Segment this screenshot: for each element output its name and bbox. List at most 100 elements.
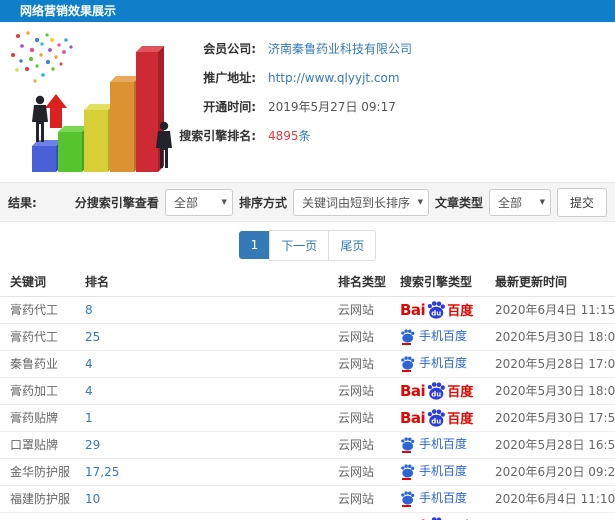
engine-cell: 手机百度 bbox=[390, 323, 485, 351]
table-row: 膏药贴牌 1 云网站 Bai du 百度 2020年5月30日 17:58 bbox=[0, 404, 615, 432]
article-type-value: 全部 bbox=[497, 195, 522, 210]
engine-rank-label: 搜索引擎排名: bbox=[179, 129, 256, 143]
engine-cell: 手机百度 bbox=[390, 350, 485, 378]
header-keyword: 关键词 bbox=[0, 268, 75, 297]
rank-cell[interactable]: 25 bbox=[75, 323, 328, 351]
sort-select[interactable]: 关键词由短到长排序 bbox=[292, 188, 429, 216]
rank-type-cell: 云网站 bbox=[328, 404, 390, 432]
engine-cell: 手机百度 bbox=[390, 458, 485, 486]
company-field: 会员公司: 济南秦鲁药业科技有限公司 bbox=[176, 40, 615, 57]
next-page-button[interactable]: 下一页 bbox=[269, 229, 330, 261]
svg-text:du: du bbox=[431, 390, 441, 398]
rank-type-cell: 云网站 bbox=[328, 323, 390, 351]
rank-cell[interactable]: 8 bbox=[75, 296, 328, 324]
pagination: 1 下一页 尾页 bbox=[0, 222, 615, 268]
sort-value: 关键词由短到长排序 bbox=[301, 195, 410, 210]
engine-cell: Bai du 百度 bbox=[390, 404, 485, 432]
open-time-field: 开通时间: 2019年5月27日 09:17 bbox=[176, 98, 615, 115]
time-cell: 2020年6月4日 11:10 bbox=[485, 485, 615, 513]
last-page-button[interactable]: 尾页 bbox=[328, 229, 377, 261]
page: 网络营销效果展示 会员公司: 济南秦鲁药业科技有限公司 推广地址: http:/… bbox=[0, 0, 615, 520]
confetti-dots bbox=[11, 31, 73, 83]
promotion-url-link[interactable]: http://www.qlyyjt.com bbox=[268, 71, 400, 85]
info-section: 会员公司: 济南秦鲁药业科技有限公司 推广地址: http://www.qlyy… bbox=[0, 22, 615, 182]
time-cell bbox=[485, 512, 615, 520]
article-type-label: 文章类型 bbox=[434, 195, 483, 210]
engine-cell: Bai du 百度 bbox=[390, 296, 485, 324]
rank-cell[interactable]: 4 bbox=[75, 377, 328, 405]
open-time-label: 开通时间: bbox=[203, 100, 256, 114]
rank-type-cell: 云网站 bbox=[328, 377, 390, 405]
keyword-cell: 膏药代工 bbox=[0, 296, 75, 324]
rank-cell[interactable]: 17,25 bbox=[75, 458, 328, 486]
page-title: 网络营销效果展示 bbox=[0, 0, 615, 22]
time-cell: 2020年6月4日 11:15 bbox=[485, 296, 615, 324]
baidu-paw-icon bbox=[400, 329, 415, 345]
baidu-paw-icon: du bbox=[426, 409, 446, 427]
baidu-pc-logo: Bai du 百度 bbox=[400, 409, 474, 427]
engine-cell: Bai du 百度 bbox=[390, 512, 485, 520]
keyword-cell bbox=[0, 512, 75, 520]
engine-filter-label: 分搜索引擎查看 bbox=[74, 195, 159, 210]
rank-cell[interactable]: 1 bbox=[75, 404, 328, 432]
svg-text:du: du bbox=[431, 309, 441, 317]
time-cell: 2020年6月20日 09:25 bbox=[485, 458, 615, 486]
engine-cell: Bai du 百度 bbox=[390, 377, 485, 405]
rank-type-cell: 云网站 bbox=[328, 296, 390, 324]
submit-button[interactable]: 提交 bbox=[556, 187, 607, 217]
header-rank: 排名 bbox=[75, 268, 328, 297]
table-row: 福建防护服 10 云网站 手机百度 2020年6月4日 11:10 bbox=[0, 485, 615, 513]
rank-cell[interactable]: 29 bbox=[75, 431, 328, 459]
page-1-button[interactable]: 1 bbox=[238, 231, 271, 259]
baidu-mobile-logo: 手机百度 bbox=[400, 354, 467, 372]
time-cell: 2020年5月30日 18:06 bbox=[485, 323, 615, 351]
rank-cell[interactable]: 4 bbox=[75, 350, 328, 378]
table-row-partial: Bai du 百度 bbox=[0, 512, 615, 520]
table-row: 金华防护服 17,25 云网站 手机百度 2020年6月20日 09:25 bbox=[0, 458, 615, 486]
time-cell: 2020年5月30日 18:03 bbox=[485, 377, 615, 405]
baidu-mobile-logo: 手机百度 bbox=[400, 462, 467, 480]
results-table: 关键词 排名 排名类型 搜索引擎类型 最新更新时间 膏药代工 8 云网站 Bai… bbox=[0, 268, 615, 520]
engine-cell: 手机百度 bbox=[390, 431, 485, 459]
open-time-value: 2019年5月27日 09:17 bbox=[268, 100, 396, 114]
baidu-mobile-logo: 手机百度 bbox=[400, 489, 467, 507]
url-label: 推广地址: bbox=[203, 71, 256, 85]
engine-filter-select[interactable]: 全部 bbox=[164, 188, 233, 216]
businessman-left bbox=[32, 95, 48, 142]
url-field: 推广地址: http://www.qlyyjt.com bbox=[176, 69, 615, 86]
baidu-paw-icon: du bbox=[426, 301, 446, 319]
engine-cell: 手机百度 bbox=[390, 485, 485, 513]
rank-cell bbox=[75, 512, 328, 520]
baidu-pc-logo: Bai du 百度 bbox=[400, 301, 474, 319]
baidu-mobile-logo: 手机百度 bbox=[400, 327, 467, 345]
rank-count: 4895 bbox=[268, 129, 299, 143]
engine-rank-field: 搜索引擎排名: 4895条 bbox=[176, 127, 615, 144]
table-header-row: 关键词 排名 排名类型 搜索引擎类型 最新更新时间 bbox=[0, 268, 615, 297]
svg-text:du: du bbox=[431, 417, 441, 425]
table-row: 膏药代工 8 云网站 Bai du 百度 2020年6月4日 11:15 bbox=[0, 296, 615, 324]
time-cell: 2020年5月30日 17:58 bbox=[485, 404, 615, 432]
table-row: 秦鲁药业 4 云网站 手机百度 2020年5月28日 17:02 bbox=[0, 350, 615, 378]
article-type-select[interactable]: 全部 bbox=[488, 188, 551, 216]
rank-cell[interactable]: 10 bbox=[75, 485, 328, 513]
keyword-cell: 秦鲁药业 bbox=[0, 350, 75, 378]
baidu-pc-logo: Bai du 百度 bbox=[400, 382, 474, 400]
baidu-paw-icon bbox=[400, 437, 415, 453]
keyword-cell: 金华防护服 bbox=[0, 458, 75, 486]
keyword-cell: 膏药加工 bbox=[0, 377, 75, 405]
result-label: 结果: bbox=[8, 195, 37, 210]
company-label: 会员公司: bbox=[203, 42, 256, 56]
company-info: 会员公司: 济南秦鲁药业科技有限公司 推广地址: http://www.qlyy… bbox=[176, 28, 615, 182]
rank-type-cell bbox=[328, 512, 390, 520]
filter-bar: 结果: 分搜索引擎查看 全部 排序方式 关键词由短到长排序 文章类型 全部 提交 bbox=[0, 182, 615, 222]
rank-type-cell: 云网站 bbox=[328, 458, 390, 486]
keyword-cell: 口罩贴牌 bbox=[0, 431, 75, 459]
time-cell: 2020年5月28日 17:02 bbox=[485, 350, 615, 378]
baidu-paw-icon bbox=[400, 356, 415, 372]
keyword-cell: 膏药贴牌 bbox=[0, 404, 75, 432]
filter-controls: 分搜索引擎查看 全部 排序方式 关键词由短到长排序 文章类型 全部 提交 bbox=[74, 187, 607, 217]
company-link[interactable]: 济南秦鲁药业科技有限公司 bbox=[268, 40, 412, 57]
rank-type-cell: 云网站 bbox=[328, 485, 390, 513]
sort-label: 排序方式 bbox=[238, 195, 287, 210]
up-arrow-icon bbox=[45, 94, 67, 128]
